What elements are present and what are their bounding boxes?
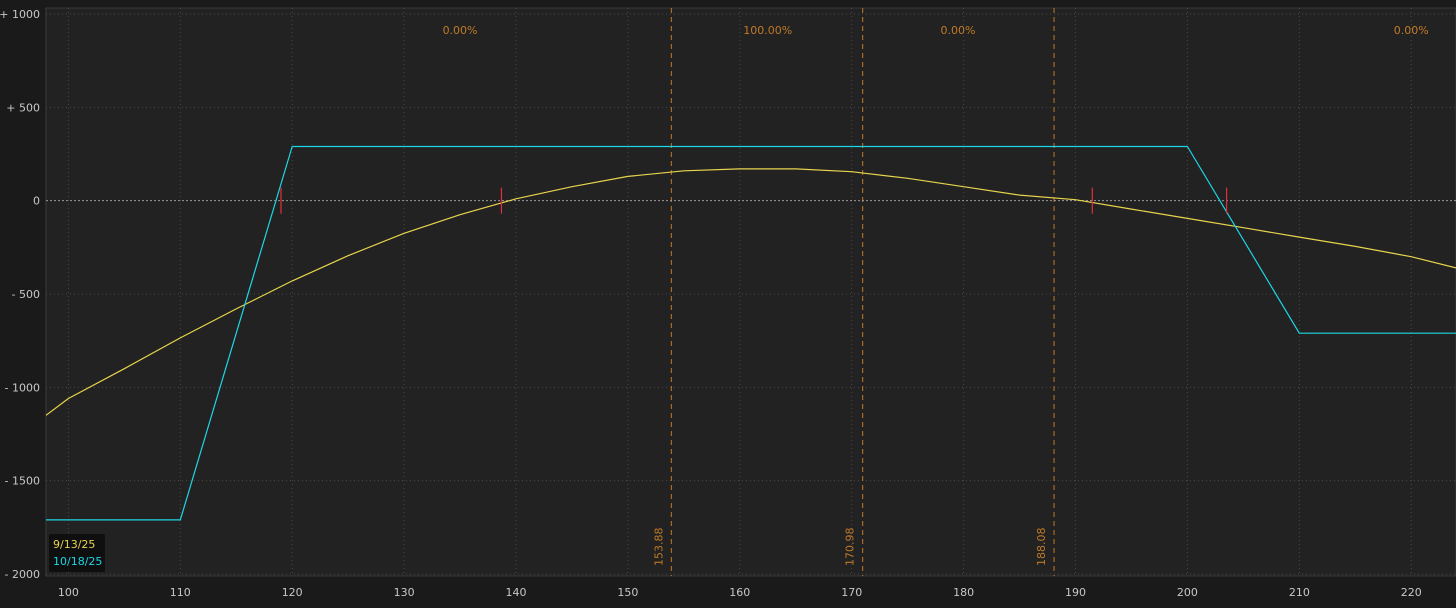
- y-tick-label: + 1000: [0, 8, 40, 21]
- x-tick-label: 120: [282, 586, 303, 599]
- y-tick-label: - 1500: [5, 475, 40, 488]
- chart-svg: 153.88 170.98 188.08 100 110 120 130 140 150 160…: [0, 7, 1456, 599]
- x-tick-label: 150: [617, 586, 638, 599]
- y-tick-label: - 2000: [5, 568, 40, 581]
- x-tick-label: 220: [1401, 586, 1422, 599]
- reference-line-label: 188.08: [1035, 528, 1048, 567]
- y-tick-label: - 1000: [5, 381, 40, 394]
- y-tick-label: + 500: [6, 101, 40, 114]
- legend-entry: 10/18/25: [53, 555, 102, 568]
- y-tick-label: 0: [33, 195, 40, 208]
- legend: 9/13/25 10/18/25: [49, 534, 105, 572]
- x-tick-label: 140: [506, 586, 527, 599]
- zone-probability-label: 0.00%: [443, 24, 478, 37]
- x-tick-label: 200: [1177, 586, 1198, 599]
- zone-probability-label: 0.00%: [941, 24, 976, 37]
- x-tick-label: 190: [1065, 586, 1086, 599]
- x-tick-label: 180: [953, 586, 974, 599]
- y-tick-label: - 500: [12, 288, 40, 301]
- x-tick-label: 170: [841, 586, 862, 599]
- x-tick-label: 100: [58, 586, 79, 599]
- plot-background: [46, 8, 1456, 576]
- x-tick-label: 110: [170, 586, 191, 599]
- legend-entry: 9/13/25: [53, 538, 95, 551]
- reference-line-label: 170.98: [844, 528, 857, 567]
- zone-probability-label: 0.00%: [1394, 24, 1429, 37]
- reference-line-label: 153.88: [652, 528, 665, 567]
- x-tick-label: 210: [1289, 586, 1310, 599]
- x-tick-label: 130: [394, 586, 415, 599]
- x-tick-label: 160: [729, 586, 750, 599]
- zone-probability-label: 100.00%: [743, 24, 792, 37]
- pnl-chart: 153.88 170.98 188.08 100 110 120 130 140 150 160…: [0, 0, 1456, 608]
